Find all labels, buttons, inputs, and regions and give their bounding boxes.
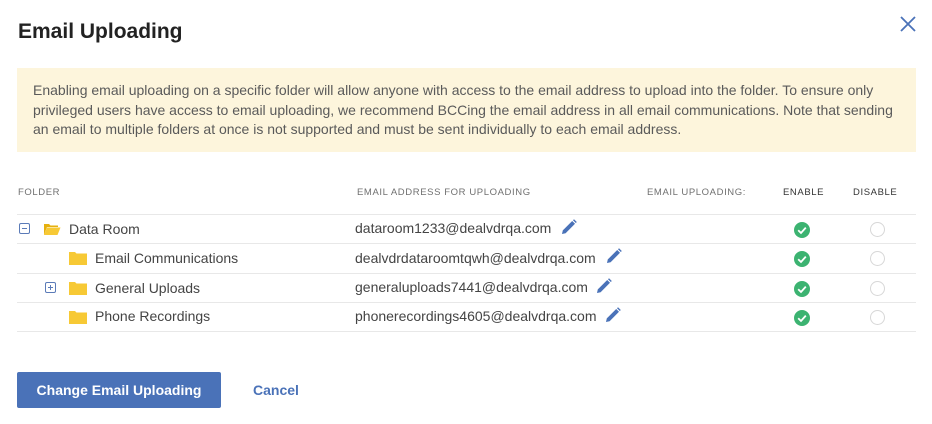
divider (17, 243, 916, 244)
disable-radio[interactable] (870, 310, 885, 325)
pencil-icon[interactable] (605, 247, 623, 265)
enable-check-icon[interactable] (794, 310, 810, 326)
folder-name[interactable]: Phone Recordings (95, 308, 210, 324)
pencil-icon[interactable] (595, 277, 613, 295)
cancel-button[interactable]: Cancel (240, 372, 312, 408)
divider (17, 331, 916, 332)
close-icon[interactable] (896, 12, 920, 36)
email-address: phonerecordings4605@dealvdrqa.com (355, 308, 597, 324)
email-address: dealvdrdataroomtqwh@dealvdrqa.com (355, 250, 596, 266)
pencil-icon[interactable] (560, 218, 578, 236)
divider (17, 273, 916, 274)
page-title: Email Uploading (18, 20, 183, 43)
folder-icon (69, 251, 87, 265)
enable-check-icon[interactable] (794, 222, 810, 238)
column-header-email-uploading: EMAIL UPLOADING: (647, 187, 746, 198)
column-header-folder: FOLDER (18, 187, 61, 198)
expand-icon[interactable] (45, 282, 56, 293)
disable-radio[interactable] (870, 281, 885, 296)
column-header-disable: DISABLE (853, 187, 898, 198)
column-header-email: EMAIL ADDRESS FOR UPLOADING (357, 187, 531, 198)
pencil-icon[interactable] (604, 306, 622, 324)
enable-check-icon[interactable] (794, 281, 810, 297)
email-address: dataroom1233@dealvdrqa.com (355, 220, 552, 236)
disable-radio[interactable] (870, 222, 885, 237)
enable-check-icon[interactable] (794, 251, 810, 267)
folder-name[interactable]: Data Room (69, 221, 140, 237)
folder-name[interactable]: Email Communications (95, 250, 238, 266)
folder-name[interactable]: General Uploads (95, 280, 200, 296)
disable-radio[interactable] (870, 251, 885, 266)
folder-open-icon (43, 222, 61, 236)
divider (17, 214, 916, 215)
column-header-enable: ENABLE (783, 187, 825, 198)
email-address: generaluploads7441@dealvdrqa.com (355, 279, 588, 295)
divider (17, 302, 916, 303)
collapse-icon[interactable] (19, 223, 30, 234)
folder-icon (69, 281, 87, 295)
info-notice: Enabling email uploading on a specific f… (17, 68, 916, 152)
folder-icon (69, 310, 87, 324)
change-email-uploading-button[interactable]: Change Email Uploading (17, 372, 221, 408)
